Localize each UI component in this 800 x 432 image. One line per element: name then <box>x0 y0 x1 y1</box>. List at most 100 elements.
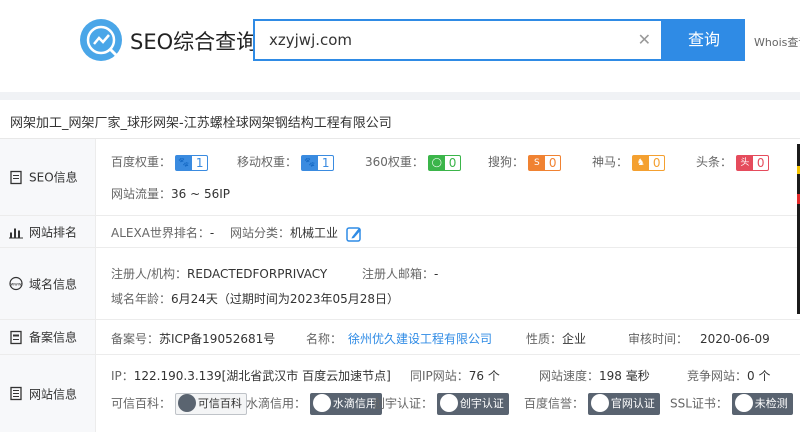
row-head: www 域名信息 <box>0 248 96 319</box>
clear-icon[interactable]: ✕ <box>638 30 651 49</box>
bar-chart-icon <box>9 228 23 239</box>
search-button[interactable]: 查询 <box>663 19 745 61</box>
alexa-rank: ALEXA世界排名：- <box>111 224 214 241</box>
www-globe-icon: www <box>9 276 23 291</box>
ssl-badge[interactable]: 未检测 <box>731 393 793 415</box>
competitor-sites: 竞争网站：0 个 <box>687 367 770 384</box>
icp-audit-label: 审核时间： <box>628 332 689 346</box>
icp-name-label: 名称： <box>306 332 343 346</box>
same-ip-label: 同IP网站： <box>410 369 469 383</box>
document-icon <box>10 170 22 184</box>
icp-name: 名称： 徐州优久建设工程有限公司 <box>306 330 492 347</box>
trusted-baike-label: 可信百科： <box>111 396 172 411</box>
site-speed: 网站速度：198 毫秒 <box>539 367 650 384</box>
sogou-weight: 搜狗： S0 <box>488 153 562 171</box>
shield-v-icon <box>439 394 458 412</box>
icp-nature-value: 企业 <box>562 332 587 346</box>
seo-logo-icon[interactable] <box>80 19 122 61</box>
site-title: 网架加工_网架厂家_球形网架-江苏螺栓球网架钢结构工程有限公司 <box>10 116 392 131</box>
clipboard-icon <box>10 330 22 344</box>
row-head: 备案信息 <box>0 320 96 354</box>
trusted-baike-badge[interactable]: 可信百科 <box>174 393 247 415</box>
site-info-row: 网站信息 IP：122.190.3.139[湖北省武汉市 百度云加速节点] 同I… <box>0 355 800 432</box>
icp-info-row: 备案信息 备案号：苏ICP备19052681号 名称： 徐州优久建设工程有限公司 … <box>0 320 800 355</box>
ip-label: IP： <box>111 369 134 383</box>
mobile-weight-badge[interactable]: 🐾 1 <box>300 154 335 171</box>
row-label: 网站排名 <box>29 225 78 239</box>
baidu-credit-label: 百度信誉： <box>524 396 585 411</box>
sogou-weight-label: 搜狗： <box>488 155 525 169</box>
baidu-credit-badge[interactable]: 官网认证 <box>587 393 660 415</box>
alexa-rank-value: - <box>209 226 215 240</box>
row-head: 网站信息 <box>0 355 96 432</box>
edit-icon[interactable] <box>346 226 362 242</box>
chuangyu-cert: 创宇认证： 创宇认证 <box>373 393 509 415</box>
toutiao-weight: 头条： 头0 <box>696 153 770 171</box>
baidu-weight: 百度权重： 🐾 1 <box>111 153 209 171</box>
search-input[interactable] <box>269 30 629 50</box>
sogou-weight-badge[interactable]: S0 <box>527 154 562 171</box>
ssl-cert: SSL证书： 未检测 <box>670 393 793 415</box>
list-document-icon <box>10 386 22 401</box>
icp-nature-label: 性质： <box>526 332 563 346</box>
alexa-rank-label: ALEXA世界排名： <box>111 226 210 240</box>
registrant-value: REDACTEDFORPRIVACY <box>187 267 328 281</box>
ip-value: 122.190.3.139[湖北省武汉市 百度云加速节点] <box>133 369 391 383</box>
row-head: 网站排名 <box>0 216 96 247</box>
site-traffic-label: 网站流量： <box>111 187 172 201</box>
site-speed-label: 网站速度： <box>539 369 600 383</box>
registrant: 注册人/机构：REDACTEDFORPRIVACY <box>111 265 327 282</box>
weight-360-label: 360权重： <box>365 155 424 169</box>
water-credit-badge[interactable]: 水滴信用 <box>309 393 382 415</box>
icp-name-link[interactable]: 徐州优久建设工程有限公司 <box>348 332 492 346</box>
search-box[interactable]: ✕ <box>253 19 663 61</box>
logo-text[interactable]: SEO综合查询 <box>130 26 257 56</box>
baike-seal-icon <box>177 394 196 412</box>
chuangyu-badge[interactable]: 创宇认证 <box>436 393 509 415</box>
icp-number-label: 备案号： <box>111 332 160 346</box>
weight-360-badge[interactable]: ◯ 0 <box>427 154 462 171</box>
baidu-weight-badge[interactable]: 🐾 1 <box>174 154 209 171</box>
trusted-baike: 可信百科： 可信百科 <box>111 393 247 415</box>
domain-info-row: www 域名信息 注册人/机构：REDACTEDFORPRIVACY 注册人邮箱… <box>0 248 800 320</box>
water-drop-icon <box>312 394 331 412</box>
site-ranking-row: 网站排名 ALEXA世界排名：- 网站分类：机械工业 <box>0 216 800 248</box>
section-gap <box>0 92 800 100</box>
paw-icon <box>590 394 609 412</box>
sogou-icon: S <box>528 155 545 170</box>
baidu-weight-label: 百度权重： <box>111 155 172 169</box>
ip-address: IP：122.190.3.139[湖北省武汉市 百度云加速节点] <box>111 367 391 384</box>
paw-icon: 🐾 <box>175 155 192 170</box>
icp-number: 备案号：苏ICP备19052681号 <box>111 330 275 347</box>
same-ip-sites: 同IP网站：76 个 <box>410 367 500 384</box>
row-label: 备案信息 <box>29 330 78 345</box>
site-category-value: 机械工业 <box>290 226 339 240</box>
domain-age: 域名年龄：6月24天（过期时间为2023年05月28日） <box>111 290 399 307</box>
registrant-email-label: 注册人邮箱： <box>362 267 435 281</box>
domain-age-label: 域名年龄： <box>111 292 172 306</box>
svg-text:www: www <box>10 283 21 288</box>
water-credit-label: 水滴信用： <box>246 396 307 411</box>
shenma-weight: 神马： ♞ 0 <box>592 153 666 171</box>
same-ip-value[interactable]: 76 个 <box>469 369 500 383</box>
whois-link[interactable]: Whois查询 <box>754 34 800 50</box>
competitor-label: 竞争网站： <box>687 369 748 383</box>
registrant-label: 注册人/机构： <box>111 267 188 281</box>
competitor-value[interactable]: 0 个 <box>747 369 770 383</box>
shenma-weight-label: 神马： <box>592 155 629 169</box>
site-category-label: 网站分类： <box>230 226 291 240</box>
site-category: 网站分类：机械工业 <box>230 224 362 242</box>
row-label: SEO信息 <box>29 170 78 185</box>
toutiao-icon: 头 <box>736 155 753 170</box>
mobile-weight-label: 移动权重： <box>237 155 298 169</box>
header: SEO综合查询 ✕ 查询 Whois查询 <box>0 0 800 92</box>
toutiao-weight-badge[interactable]: 头0 <box>735 154 770 171</box>
row-label: 网站信息 <box>29 387 78 401</box>
icp-audit-time: 审核时间： 2020-06-09 <box>628 330 770 347</box>
seo-info-row: SEO信息 百度权重： 🐾 1 移动权重： 🐾 1 360权重： ◯ 0 搜狗： S0… <box>0 139 800 216</box>
horse-icon: ♞ <box>632 155 649 170</box>
shenma-weight-badge[interactable]: ♞ 0 <box>631 154 666 171</box>
icp-nature: 性质：企业 <box>526 330 586 347</box>
icp-audit-value: 2020-06-09 <box>700 332 770 346</box>
registrant-email: 注册人邮箱：- <box>362 265 438 282</box>
